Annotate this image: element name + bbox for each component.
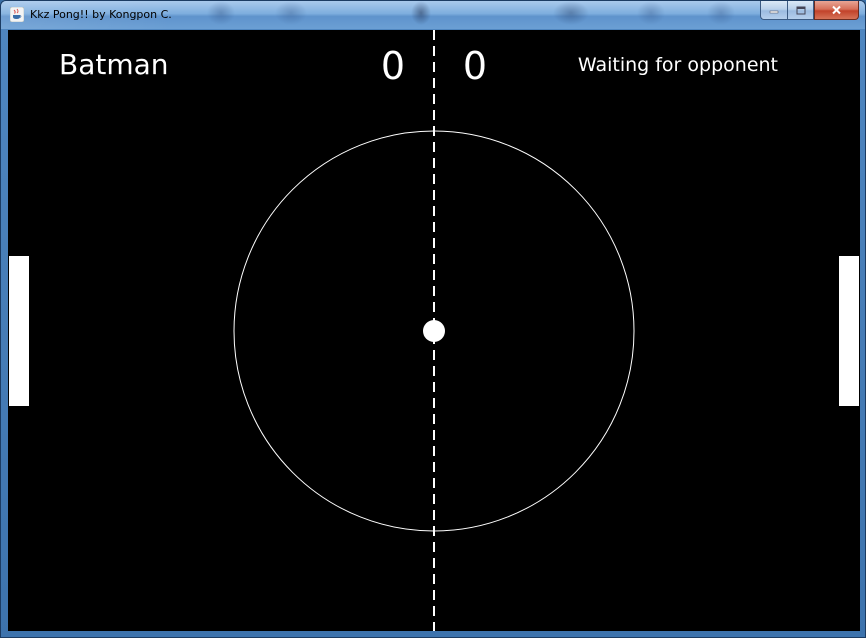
maximize-icon [796, 6, 805, 14]
window-title: Kkz Pong!! by Kongpon C. [30, 8, 172, 21]
connection-status: Waiting for opponent [577, 54, 778, 76]
ball [423, 320, 445, 342]
minimize-button[interactable] [760, 1, 787, 20]
court-markings [233, 30, 635, 631]
score-right: 0 [462, 44, 488, 88]
left-paddle[interactable] [9, 256, 29, 406]
player-name: Batman [59, 48, 169, 81]
score-left: 0 [380, 44, 406, 88]
right-paddle [839, 256, 859, 406]
caption-buttons [760, 1, 859, 21]
app-window: Kkz Pong!! by Kongpon C. Batman 0 0 Wait… [0, 0, 866, 638]
maximize-button[interactable] [787, 1, 814, 20]
close-icon [832, 5, 841, 15]
title-bar[interactable]: Kkz Pong!! by Kongpon C. [1, 1, 865, 29]
minimize-icon [769, 10, 779, 14]
java-cup-icon[interactable] [10, 7, 24, 22]
close-button[interactable] [814, 1, 859, 20]
game-canvas[interactable]: Batman 0 0 Waiting for opponent [8, 30, 860, 631]
